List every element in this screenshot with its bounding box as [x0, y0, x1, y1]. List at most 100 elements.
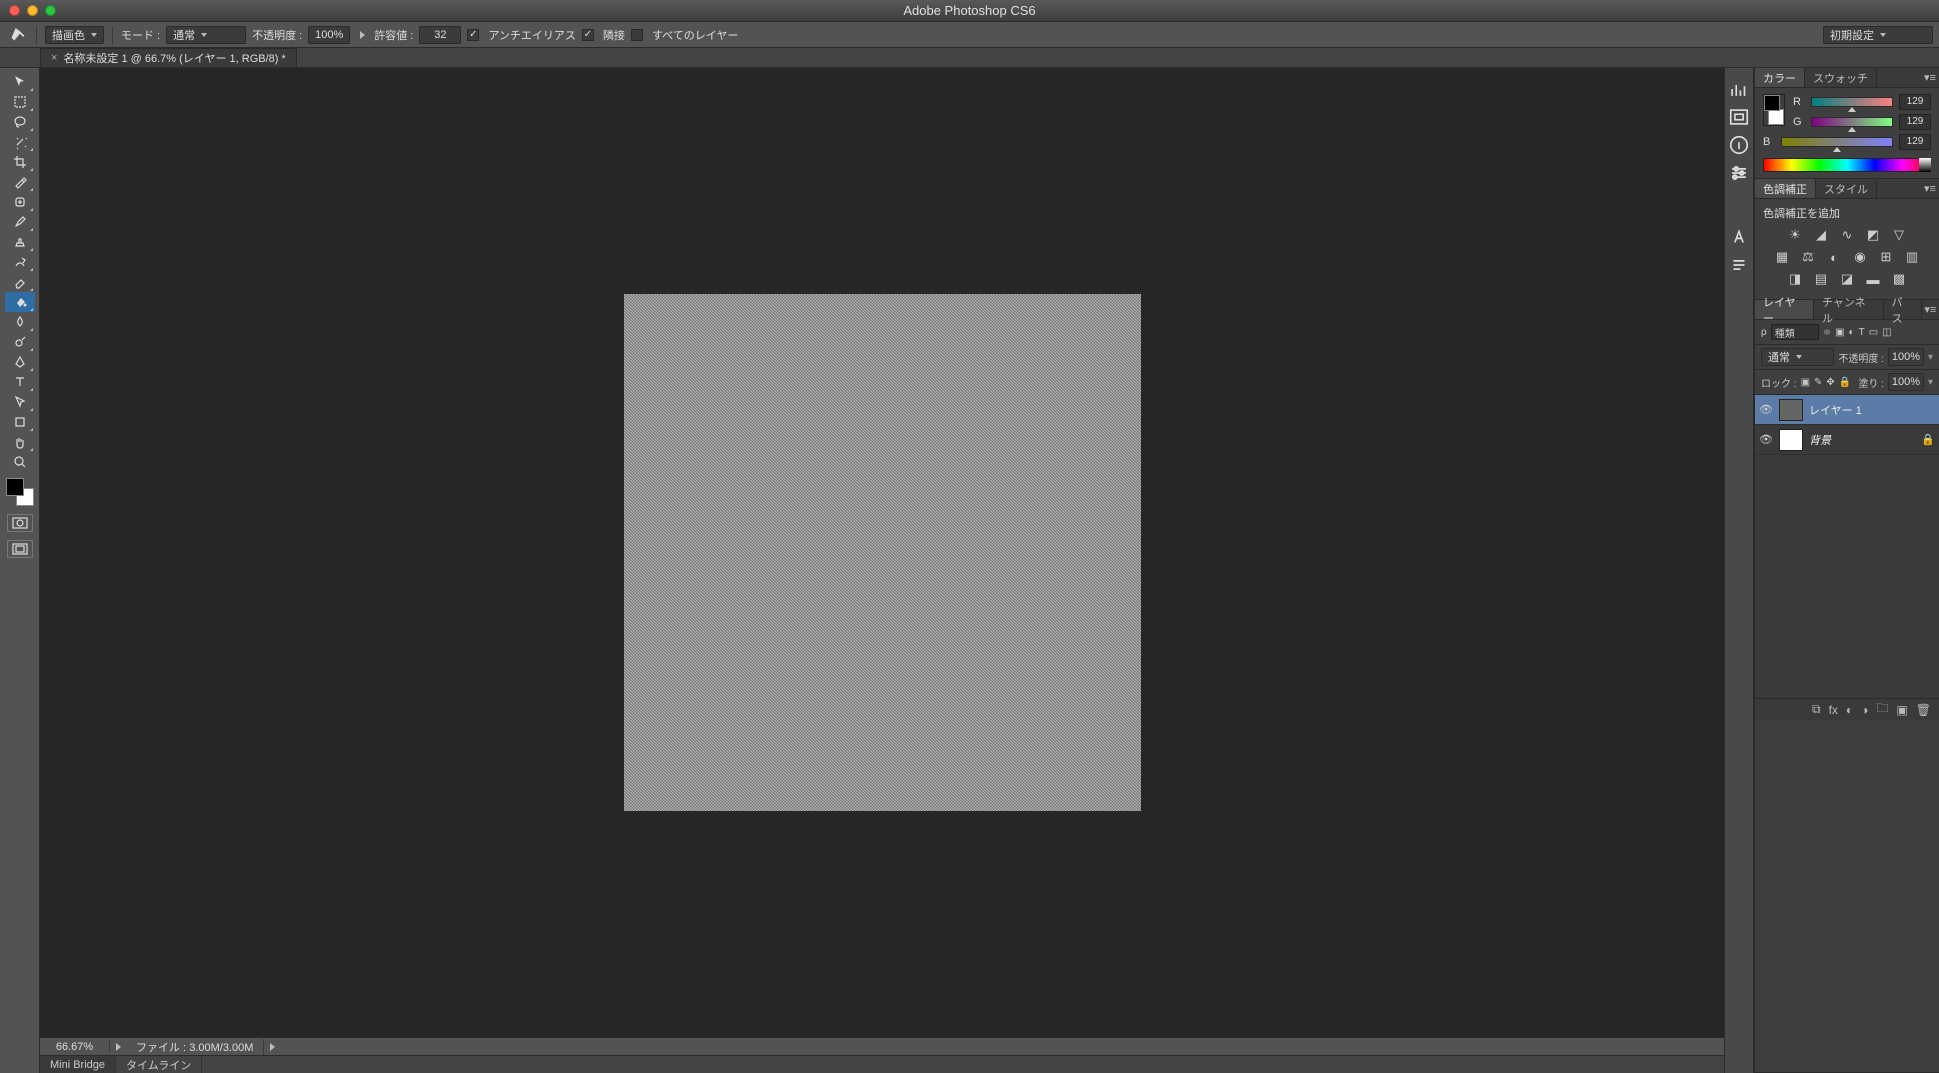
character-panel-icon[interactable]	[1728, 226, 1750, 248]
link-layers-icon[interactable]: ⧉	[1812, 702, 1821, 717]
photo-filter-icon[interactable]: ◉	[1851, 249, 1869, 265]
layer-fill-input[interactable]: 100%	[1888, 373, 1924, 391]
layer-fx-icon[interactable]: fx	[1829, 703, 1838, 717]
eyedropper-tool[interactable]	[5, 172, 35, 192]
histogram-panel-icon[interactable]	[1728, 78, 1750, 100]
delete-layer-icon[interactable]: 🗑	[1916, 703, 1931, 717]
tolerance-input[interactable]: 32	[419, 26, 461, 44]
levels-icon[interactable]: ◢	[1812, 227, 1830, 243]
spectrum-ramp[interactable]	[1763, 158, 1931, 172]
document-canvas[interactable]	[624, 294, 1141, 811]
status-flyout-icon[interactable]	[264, 1043, 280, 1051]
dodge-tool[interactable]	[5, 332, 35, 352]
layer-thumbnail[interactable]	[1779, 399, 1803, 421]
zoom-tool[interactable]	[5, 452, 35, 472]
antialias-checkbox[interactable]: ✓	[467, 29, 479, 41]
pen-tool[interactable]	[5, 352, 35, 372]
lookup-icon[interactable]: ▥	[1903, 249, 1921, 265]
filter-adjust-icon[interactable]: ◐	[1849, 327, 1855, 338]
close-document-icon[interactable]: ×	[51, 52, 57, 64]
bw-icon[interactable]: ◐	[1825, 249, 1843, 265]
visibility-icon[interactable]: 👁	[1759, 433, 1773, 446]
threshold-icon[interactable]: ◪	[1838, 271, 1856, 287]
layer-opacity-input[interactable]: 100%	[1888, 348, 1924, 366]
b-slider[interactable]	[1781, 137, 1893, 147]
blur-tool[interactable]	[5, 312, 35, 332]
layers-tab[interactable]: レイヤー	[1755, 300, 1814, 319]
foreground-color-swatch[interactable]	[6, 478, 24, 496]
status-info[interactable]: ファイル : 3.00M/3.00M	[126, 1039, 264, 1055]
lock-transparency-icon[interactable]: ▣	[1801, 377, 1810, 388]
layer-row[interactable]: 👁 背景 🔒	[1755, 425, 1939, 455]
navigator-panel-icon[interactable]	[1728, 106, 1750, 128]
move-tool[interactable]	[5, 72, 35, 92]
close-window-button[interactable]	[9, 5, 20, 16]
hand-tool[interactable]	[5, 432, 35, 452]
contiguous-checkbox[interactable]: ✓	[582, 29, 594, 41]
color-preview[interactable]	[1763, 94, 1785, 126]
vibrance-icon[interactable]: ▽	[1890, 227, 1908, 243]
lasso-tool[interactable]	[5, 112, 35, 132]
visibility-icon[interactable]: 👁	[1759, 403, 1773, 416]
gradient-map-icon[interactable]: ▬	[1864, 271, 1882, 287]
info-panel-icon[interactable]	[1728, 134, 1750, 156]
layer-blend-mode-select[interactable]: 通常	[1761, 348, 1834, 366]
filter-type-icon[interactable]: T	[1859, 327, 1865, 338]
invert-icon[interactable]: ◨	[1786, 271, 1804, 287]
minimize-window-button[interactable]	[27, 5, 38, 16]
filter-shape-icon[interactable]: ▭	[1869, 327, 1878, 338]
posterize-icon[interactable]: ▤	[1812, 271, 1830, 287]
opacity-input[interactable]: 100%	[308, 26, 350, 44]
crop-tool[interactable]	[5, 152, 35, 172]
brightness-icon[interactable]: ☀	[1786, 227, 1804, 243]
paragraph-panel-icon[interactable]	[1728, 254, 1750, 276]
layers-panel-menu-icon[interactable]: ▾≡	[1922, 303, 1939, 316]
rect-marquee-tool[interactable]	[5, 92, 35, 112]
g-slider[interactable]	[1811, 117, 1893, 127]
magic-wand-tool[interactable]	[5, 132, 35, 152]
paint-bucket-tool[interactable]	[5, 292, 35, 312]
new-layer-icon[interactable]: ▣	[1896, 703, 1907, 717]
layer-filter-select[interactable]: 種類	[1771, 324, 1819, 340]
new-adjustment-icon[interactable]: ◑	[1861, 703, 1868, 717]
filter-smart-icon[interactable]: ◫	[1882, 327, 1891, 338]
styles-tab[interactable]: スタイル	[1816, 179, 1877, 198]
color-swatches[interactable]	[6, 478, 34, 506]
layer-name[interactable]: レイヤー 1	[1809, 402, 1862, 418]
document-tab[interactable]: × 名称未設定 1 @ 66.7% (レイヤー 1, RGB/8) *	[40, 48, 297, 67]
layer-name[interactable]: 背景	[1809, 432, 1831, 448]
paths-tab[interactable]: パス	[1884, 300, 1922, 319]
brush-tool[interactable]	[5, 212, 35, 232]
swatches-tab[interactable]: スウォッチ	[1805, 68, 1877, 87]
layer-row[interactable]: 👁 レイヤー 1	[1755, 395, 1939, 425]
blend-mode-select[interactable]: 通常	[166, 26, 246, 44]
path-select-tool[interactable]	[5, 392, 35, 412]
exposure-icon[interactable]: ◩	[1864, 227, 1882, 243]
adjustments-tab[interactable]: 色調補正	[1755, 179, 1816, 198]
b-value-input[interactable]: 129	[1899, 134, 1931, 150]
channels-tab[interactable]: チャンネル	[1814, 300, 1884, 319]
shape-tool[interactable]	[5, 412, 35, 432]
mini-bridge-tab[interactable]: Mini Bridge	[40, 1056, 116, 1073]
zoom-level-input[interactable]: 66.67%	[40, 1041, 110, 1053]
r-value-input[interactable]: 129	[1899, 94, 1931, 110]
selective-color-icon[interactable]: ▩	[1890, 271, 1908, 287]
quickmask-toggle[interactable]	[7, 514, 33, 532]
lock-position-icon[interactable]: ✥	[1826, 377, 1834, 388]
properties-panel-icon[interactable]	[1728, 162, 1750, 184]
eraser-tool[interactable]	[5, 272, 35, 292]
lock-pixels-icon[interactable]: ✎	[1814, 377, 1822, 388]
zoom-window-button[interactable]	[45, 5, 56, 16]
balance-icon[interactable]: ⚖	[1799, 249, 1817, 265]
layer-thumbnail[interactable]	[1779, 429, 1803, 451]
adjustments-panel-menu-icon[interactable]: ▾≡	[1921, 182, 1939, 195]
clone-stamp-tool[interactable]	[5, 232, 35, 252]
lock-all-icon[interactable]: 🔒	[1839, 377, 1851, 388]
channel-mixer-icon[interactable]: ⊞	[1877, 249, 1895, 265]
curves-icon[interactable]: ∿	[1838, 227, 1856, 243]
opacity-flyout[interactable]	[356, 26, 368, 44]
current-tool-icon[interactable]	[6, 25, 28, 45]
new-group-icon[interactable]: 🗀	[1876, 699, 1888, 720]
fill-source-select[interactable]: 描画色	[45, 26, 104, 44]
type-tool[interactable]	[5, 372, 35, 392]
